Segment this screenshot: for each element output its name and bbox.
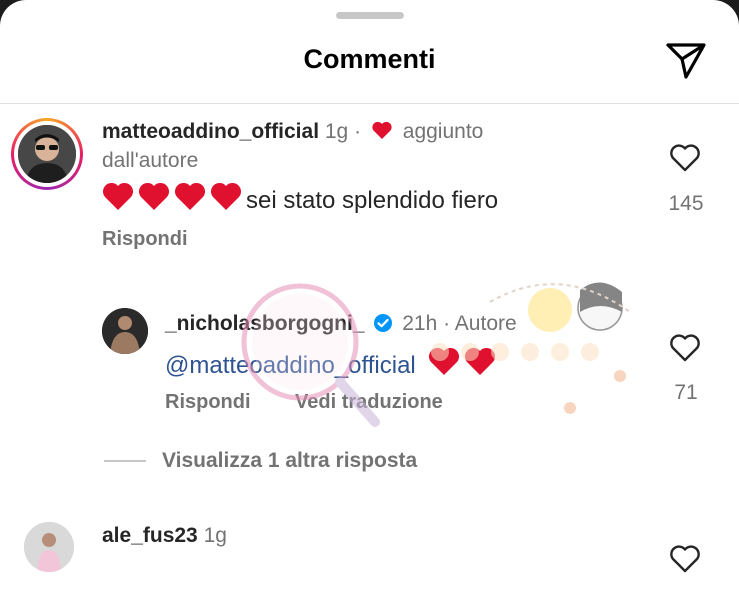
red-heart-emoji	[102, 181, 134, 218]
author-liked-badge: aggiunto	[402, 120, 484, 143]
red-heart-emoji	[174, 181, 206, 218]
red-heart-emoji	[138, 181, 170, 218]
reply-text: @matteoaddino_official	[165, 346, 500, 383]
page-title: Commenti	[303, 44, 436, 74]
view-more-replies-button[interactable]: Visualizza 1 altra risposta	[162, 449, 417, 473]
send-icon[interactable]	[664, 41, 708, 81]
author-label: Autore	[454, 312, 517, 335]
author-liked-badge-suffix: dall'autore	[102, 149, 199, 172]
red-heart-emoji	[428, 346, 460, 383]
reply-time: 21h	[402, 312, 438, 335]
reply-button[interactable]: Rispondi	[165, 391, 251, 414]
mention-link[interactable]: @matteoaddino_official	[165, 352, 416, 379]
avatar[interactable]	[102, 308, 148, 354]
red-heart-emoji	[210, 181, 242, 218]
like-heart-icon[interactable]	[668, 544, 702, 574]
avatar[interactable]	[18, 125, 76, 183]
reply-button[interactable]: Rispondi	[102, 228, 188, 251]
translate-button[interactable]: Vedi traduzione	[295, 391, 443, 414]
like-count: 145	[668, 192, 704, 215]
meta-separator: ·	[354, 120, 362, 143]
header-divider	[0, 103, 739, 104]
red-heart-emoji	[464, 346, 496, 383]
heart-icon	[371, 120, 393, 147]
comments-sheet: Commenti matteoaddino_official 1g · aggi…	[0, 0, 739, 600]
comment-text: sei stato splendido fiero	[102, 181, 498, 218]
comment-username[interactable]: matteoaddino_official	[102, 120, 319, 143]
like-heart-icon[interactable]	[668, 333, 702, 363]
meta-separator: ·	[443, 312, 451, 335]
like-count: 71	[674, 381, 698, 404]
comment-meta: ale_fus23 1g	[102, 522, 402, 549]
comment-meta: matteoaddino_official 1g · aggiunto dall…	[102, 118, 562, 174]
view-replies-line	[104, 460, 146, 462]
avatar[interactable]	[24, 522, 74, 572]
comment-time: 1g	[203, 524, 227, 547]
sheet-grabber[interactable]	[336, 12, 404, 19]
reply-username[interactable]: _nicholasborgogni_	[165, 312, 365, 335]
comment-body: sei stato splendido fiero	[246, 187, 499, 214]
comment-username[interactable]: ale_fus23	[102, 524, 198, 547]
reply-meta: _nicholasborgogni_ 21h · Autore	[165, 310, 645, 340]
verified-badge-icon	[373, 313, 393, 340]
comment-time: 1g	[324, 120, 349, 143]
like-heart-icon[interactable]	[668, 143, 702, 173]
